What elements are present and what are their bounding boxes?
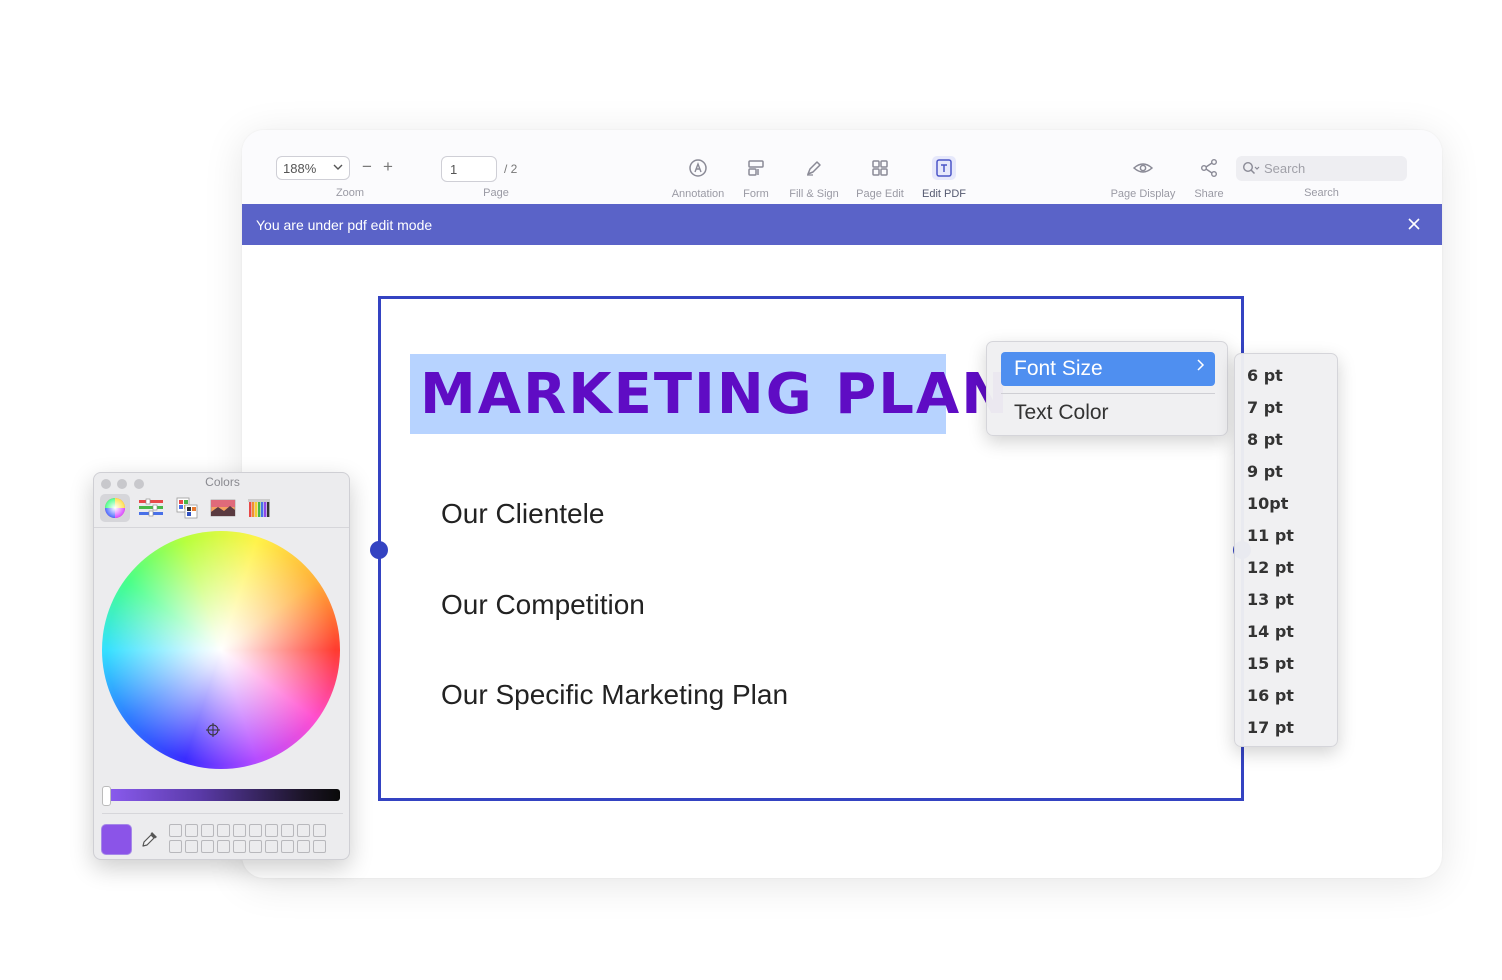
color-swatch-slot[interactable] [265,824,278,837]
color-swatch-slot[interactable] [281,824,294,837]
edit-text-icon [932,156,956,180]
brightness-slider-knob[interactable] [102,786,111,806]
page-caption: Page [483,187,509,199]
palettes-icon[interactable] [172,494,202,522]
color-wheel-icon[interactable] [100,494,130,522]
eyedropper-icon[interactable] [140,829,160,854]
tool-page-edit[interactable]: Page Edit [852,156,908,204]
tool-fill-sign[interactable]: Fill & Sign [782,156,846,204]
tool-label: Share [1194,188,1224,200]
color-swatch-slot[interactable] [233,840,246,853]
current-color-swatch[interactable] [101,824,132,855]
zoom-in-button[interactable]: + [383,158,393,175]
font-size-option[interactable]: 6 pt [1247,366,1283,385]
search-placeholder: Search [1264,161,1306,176]
font-size-option[interactable]: 7 pt [1247,398,1283,417]
image-palette-icon[interactable] [208,494,238,522]
menu-item-text-color[interactable]: Text Color [1001,396,1215,430]
context-menu: Font Size Text Color [986,341,1228,436]
zoom-select[interactable]: 188% [276,156,350,180]
document-line[interactable]: Our Competition [441,589,645,621]
font-size-option[interactable]: 10pt [1247,494,1288,513]
document-line[interactable]: Our Specific Marketing Plan [441,679,788,711]
color-swatch-slot[interactable] [169,824,182,837]
resize-handle-left[interactable] [370,541,388,559]
crosshair-icon[interactable] [206,723,220,737]
document-line[interactable]: Our Clientele [441,498,604,530]
font-size-option[interactable]: 12 pt [1247,558,1294,577]
menu-item-font-size[interactable]: Font Size [1001,352,1215,386]
pen-icon [802,156,826,180]
annotation-icon [686,156,710,180]
close-icon[interactable] [1406,216,1422,232]
tool-label: Form [743,188,769,200]
tool-label: Page Edit [856,188,904,200]
menu-item-label: Text Color [1014,401,1109,424]
tool-annotation[interactable]: Annotation [668,156,728,204]
tool-page-display[interactable]: Page Display [1108,156,1178,204]
color-swatch-slot[interactable] [313,840,326,853]
tool-edit-pdf[interactable]: Edit PDF [916,156,972,204]
color-swatch-slot[interactable] [265,840,278,853]
toolbar: 188% − + Zoom 1 / 2 Page Annotation Form [242,130,1442,204]
search-input[interactable]: Search [1236,156,1407,181]
font-size-option[interactable]: 11 pt [1247,526,1294,545]
banner-text: You are under pdf edit mode [256,217,433,233]
search-icon [1242,161,1260,181]
share-icon [1197,156,1221,180]
edit-mode-banner: You are under pdf edit mode [242,204,1442,245]
color-swatch-slot[interactable] [217,840,230,853]
panel-divider [102,813,343,814]
font-size-submenu: 6 pt 7 pt 8 pt 9 pt 10pt 11 pt 12 pt 13 … [1234,353,1338,747]
zoom-value: 188% [283,161,317,176]
color-swatch-slot[interactable] [297,840,310,853]
color-swatch-slot[interactable] [249,824,262,837]
tool-label: Fill & Sign [789,188,839,200]
chevron-right-icon [1195,358,1205,377]
color-swatch-slot[interactable] [233,824,246,837]
zoom-caption: Zoom [335,187,365,199]
sliders-icon[interactable] [136,494,166,522]
font-size-option[interactable]: 13 pt [1247,590,1294,609]
menu-item-label: Font Size [1014,357,1103,380]
color-wheel[interactable] [102,531,340,769]
form-icon [744,156,768,180]
tool-label: Annotation [671,188,725,200]
search-caption: Search [1304,187,1339,199]
document-title[interactable]: MARKETING PLAN [420,364,1010,426]
tool-form[interactable]: Form [736,156,776,204]
color-swatch-slot[interactable] [185,840,198,853]
font-size-option[interactable]: 14 pt [1247,622,1294,641]
color-swatch-slot[interactable] [169,840,182,853]
color-swatch-slot[interactable] [217,824,230,837]
chevron-down-icon [333,160,343,177]
tool-share[interactable]: Share [1188,156,1230,204]
colors-panel: Colors [93,472,350,860]
font-size-option[interactable]: 16 pt [1247,686,1294,705]
color-swatch-slot[interactable] [281,840,294,853]
colors-panel-title: Colors [205,475,240,489]
eye-icon [1131,156,1155,180]
page-total: / 2 [504,162,518,176]
grid-icon [868,156,892,180]
zoom-out-button[interactable]: − [362,158,372,175]
tool-label: Page Display [1110,188,1176,200]
color-swatch-slot[interactable] [201,840,214,853]
color-swatch-slot[interactable] [201,824,214,837]
color-swatch-slot[interactable] [313,824,326,837]
font-size-option[interactable]: 9 pt [1247,462,1283,481]
brightness-slider[interactable] [106,789,340,801]
tool-label: Edit PDF [921,188,966,200]
colors-tab-bar [94,491,349,528]
font-size-option[interactable]: 8 pt [1247,430,1283,449]
page-input[interactable]: 1 [441,156,497,182]
font-size-option[interactable]: 15 pt [1247,654,1294,673]
menu-divider [1001,393,1215,394]
pencils-icon[interactable] [244,494,274,522]
color-swatch-slot[interactable] [185,824,198,837]
color-swatch-slot[interactable] [297,824,310,837]
color-swatch-slot[interactable] [249,840,262,853]
font-size-option[interactable]: 17 pt [1247,718,1294,737]
